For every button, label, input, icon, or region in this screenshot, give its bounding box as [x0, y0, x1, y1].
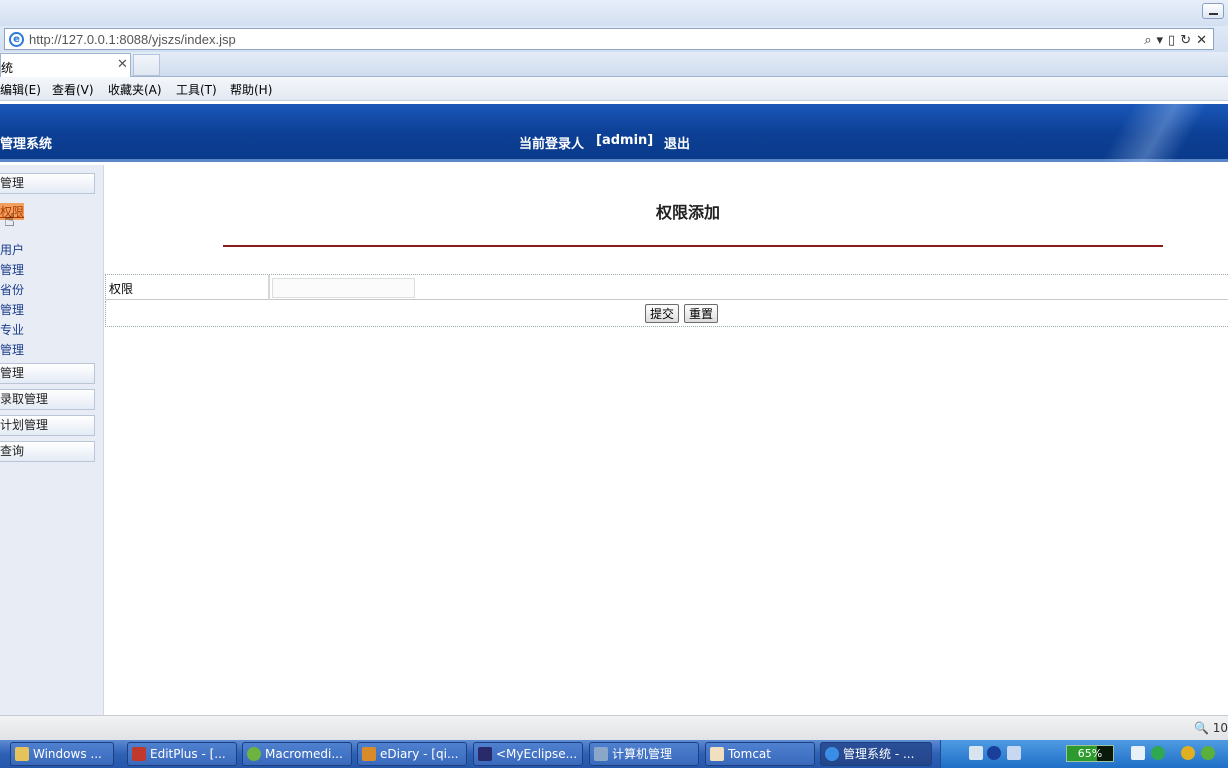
task-label: 计算机管理: [612, 747, 673, 761]
page-header: 管理系统 当前登录人 [admin] 退出: [0, 104, 1228, 162]
login-user: [admin]: [596, 133, 654, 148]
sidebar-group-plan[interactable]: 计划管理: [0, 415, 95, 436]
field-separator: [268, 275, 270, 300]
battery-indicator[interactable]: 65%: [1066, 745, 1114, 762]
task-editplus[interactable]: EditPlus - [...: [127, 742, 237, 766]
stop-icon[interactable]: ✕: [1196, 33, 1207, 48]
folder-icon: [15, 747, 29, 761]
system-title: 管理系统: [0, 137, 53, 152]
form-buttons: 提交 重置: [105, 301, 1228, 327]
refresh-icon[interactable]: ↻: [1180, 33, 1191, 48]
help-icon[interactable]: [987, 746, 1001, 760]
title-divider: [223, 245, 1163, 247]
expand-tray-icon[interactable]: [1131, 746, 1145, 760]
macromedia-icon: [247, 747, 261, 761]
computer-management-icon: [594, 747, 608, 761]
window-titlebar: [0, 0, 1228, 26]
new-tab-button[interactable]: [133, 54, 160, 76]
permission-input[interactable]: [272, 278, 415, 298]
menu-bar: 编辑(E) 查看(V) 收藏夹(A) 工具(T) 帮助(H): [0, 77, 1228, 101]
hand-cursor-icon: ☝: [4, 210, 15, 231]
form-title: 权限添加: [656, 203, 721, 222]
sidebar-link-user[interactable]: 用户: [0, 241, 24, 258]
sidebar-group-2[interactable]: 管理: [0, 363, 95, 384]
menu-tools[interactable]: 工具(T): [176, 81, 217, 98]
main-content: 权限添加 权限 提交 重置: [105, 165, 1228, 715]
sidebar-link-province-manage[interactable]: 管理: [0, 301, 24, 318]
sidebar: 管理 权限 用户 管理 省份 管理 专业 管理 管理 录取管理 计划管理 查询: [0, 165, 104, 715]
sidebar-link-user-manage[interactable]: 管理: [0, 261, 24, 278]
sidebar-link-major[interactable]: 专业: [0, 321, 24, 338]
tomcat-icon: [710, 747, 724, 761]
zoom-text: 10: [1212, 721, 1228, 735]
ie-icon: [825, 747, 839, 761]
sidebar-group-admission[interactable]: 录取管理: [0, 389, 95, 410]
dropdown-icon[interactable]: ▾: [1157, 33, 1164, 48]
tab-bar: 统 ✕: [0, 52, 1228, 77]
network-icon[interactable]: [1007, 746, 1021, 760]
menu-help[interactable]: 帮助(H): [230, 81, 272, 98]
sidebar-link-province[interactable]: 省份: [0, 281, 24, 298]
editplus-icon: [132, 747, 146, 761]
tab-current[interactable]: 统 ✕: [0, 53, 131, 77]
taskbar: Windows ... EditPlus - [... Macromedi...…: [0, 740, 1228, 768]
menu-edit[interactable]: 编辑(E): [0, 81, 41, 98]
menu-view[interactable]: 查看(V): [52, 81, 94, 98]
task-computer-management[interactable]: 计算机管理: [589, 742, 699, 766]
task-macromedia[interactable]: Macromedi...: [242, 742, 352, 766]
battery-text: 65%: [1077, 747, 1103, 760]
task-tomcat[interactable]: Tomcat: [705, 742, 815, 766]
task-windows[interactable]: Windows ...: [10, 742, 114, 766]
myeclipse-icon: [478, 747, 492, 761]
task-label: Windows ...: [33, 747, 102, 761]
address-tools: ⌕ ▾ ▯ ↻ ✕: [1144, 31, 1207, 49]
menu-favorites[interactable]: 收藏夹(A): [108, 81, 162, 98]
permission-label: 权限: [109, 282, 134, 296]
task-label: <MyEclipse...: [496, 747, 578, 761]
task-label: EditPlus - [...: [150, 747, 226, 761]
task-ie-active[interactable]: 管理系统 - ...: [820, 742, 932, 766]
logout-link[interactable]: 退出: [664, 133, 690, 152]
search-icon[interactable]: ⌕: [1144, 33, 1151, 48]
minimize-button[interactable]: [1202, 3, 1224, 19]
url-text[interactable]: http://127.0.0.1:8088/yjszs/index.jsp: [29, 32, 236, 47]
task-label: 管理系统 - ...: [843, 747, 915, 761]
url-field[interactable]: e http://127.0.0.1:8088/yjszs/index.jsp …: [4, 28, 1214, 50]
sidebar-group-query[interactable]: 查询: [0, 441, 95, 462]
system-tray: 65%: [940, 740, 1228, 768]
qq-icon[interactable]: [1181, 746, 1195, 760]
sidebar-link-major-manage[interactable]: 管理: [0, 341, 24, 358]
task-myeclipse[interactable]: <MyEclipse...: [473, 742, 583, 766]
compatibility-icon[interactable]: ▯: [1168, 33, 1175, 48]
task-ediary[interactable]: eDiary - [qi...: [357, 742, 467, 766]
ie-icon: e: [9, 32, 24, 47]
ediary-icon: [362, 747, 376, 761]
form-row-permission: 权限: [105, 274, 1228, 300]
reset-button[interactable]: 重置: [684, 304, 719, 323]
task-label: Tomcat: [728, 747, 771, 761]
login-label: 当前登录人: [519, 137, 585, 152]
keyboard-icon[interactable]: [969, 746, 983, 760]
submit-button[interactable]: 提交: [645, 304, 680, 323]
security-icon[interactable]: [1201, 746, 1215, 760]
sidebar-group-1[interactable]: 管理: [0, 173, 95, 194]
tab-title: 统: [1, 61, 14, 75]
task-label: Macromedi...: [265, 747, 343, 761]
status-bar: 🔍 10: [0, 715, 1228, 740]
close-tab-icon[interactable]: ✕: [117, 57, 128, 72]
task-label: eDiary - [qi...: [380, 747, 459, 761]
zoom-level[interactable]: 🔍 10: [1194, 721, 1228, 735]
address-bar: e http://127.0.0.1:8088/yjszs/index.jsp …: [0, 26, 1228, 52]
app-tray-icon[interactable]: [1151, 746, 1165, 760]
